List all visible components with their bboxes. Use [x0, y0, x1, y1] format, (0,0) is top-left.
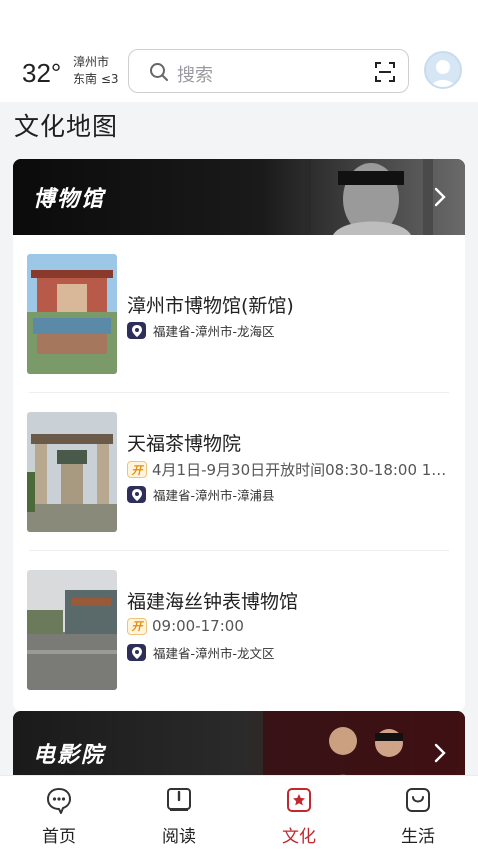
chevron-right-icon [434, 187, 446, 207]
status-bar [0, 0, 478, 44]
hours-row: 开 4月1日-9月30日开放时间08:30-18:00 1… [127, 459, 446, 480]
address-text: 福建省-漳州市-龙海区 [153, 324, 275, 339]
bottom-tab-bar: 首页 阅读 文化 生活 [0, 775, 478, 850]
section-title: 博物馆 [33, 187, 106, 212]
tab-label: 文化 [282, 827, 316, 847]
section-title: 电影院 [33, 743, 106, 768]
tab-label: 生活 [401, 827, 435, 847]
user-avatar-icon [430, 60, 456, 87]
museum-name: 漳州市博物馆(新馆) [127, 295, 294, 317]
museum-thumbnail [27, 412, 117, 532]
avatar[interactable] [424, 51, 462, 89]
list-item[interactable]: 天福茶博物院 开 4月1日-9月30日开放时间08:30-18:00 1… 福建… [13, 393, 465, 551]
list-item[interactable]: 漳州市博物馆(新馆) 福建省-漳州市-龙海区 [13, 235, 465, 393]
wind-label: 东南 ≤3 [73, 72, 119, 86]
museum-thumbnail [27, 254, 117, 374]
weather-location[interactable]: 漳州市 东南 ≤3 [73, 54, 119, 88]
search-input[interactable]: 搜索 [128, 49, 409, 93]
search-icon [150, 63, 168, 81]
list-item[interactable]: 福建海丝钟表博物馆 开 09:00-17:00 福建省-漳州市-龙文区 [13, 551, 465, 709]
museum-name: 福建海丝钟表博物馆 [127, 591, 299, 613]
home-bubble-icon [47, 788, 71, 814]
tab-home[interactable]: 首页 [19, 776, 99, 850]
tab-label: 阅读 [162, 827, 196, 847]
location-pin-icon [127, 322, 146, 339]
page-title: 文化地图 [14, 112, 119, 141]
museum-banner[interactable]: 博物馆 [13, 159, 465, 235]
hours-row: 开 09:00-17:00 [127, 617, 244, 635]
city-label: 漳州市 [73, 55, 110, 69]
tab-life[interactable]: 生活 [378, 776, 458, 850]
address-text: 福建省-漳州市-龙文区 [153, 646, 275, 661]
chevron-right-icon [434, 743, 446, 763]
culture-star-icon [287, 788, 311, 812]
tab-culture[interactable]: 文化 [259, 776, 339, 850]
scan-icon[interactable] [374, 61, 396, 83]
museum-thumbnail [27, 570, 117, 690]
search-placeholder: 搜索 [177, 65, 213, 86]
museum-section: 博物馆 漳州市博物馆(新馆) 福建省-漳州市-龙海区 天福茶博物院 开 4月1日… [13, 159, 465, 711]
top-bar: 32° 漳州市 东南 ≤3 搜索 [0, 44, 478, 102]
tab-reading[interactable]: 阅读 [139, 776, 219, 850]
open-hours-icon: 开 [127, 461, 147, 478]
open-hours-icon: 开 [127, 617, 147, 635]
hours-text: 4月1日-9月30日开放时间08:30-18:00 1… [152, 461, 447, 479]
tab-label: 首页 [42, 827, 76, 847]
address-row: 福建省-漳州市-龙文区 [127, 643, 275, 662]
hours-text: 09:00-17:00 [152, 617, 244, 635]
book-icon [167, 788, 191, 811]
life-smile-icon [406, 788, 430, 812]
temperature: 32° [22, 58, 62, 88]
location-pin-icon [127, 644, 146, 661]
address-text: 福建省-漳州市-漳浦县 [153, 488, 275, 503]
museum-name: 天福茶博物院 [127, 433, 242, 455]
address-row: 福建省-漳州市-漳浦县 [127, 485, 275, 504]
address-row: 福建省-漳州市-龙海区 [127, 321, 275, 340]
location-pin-icon [127, 486, 146, 503]
